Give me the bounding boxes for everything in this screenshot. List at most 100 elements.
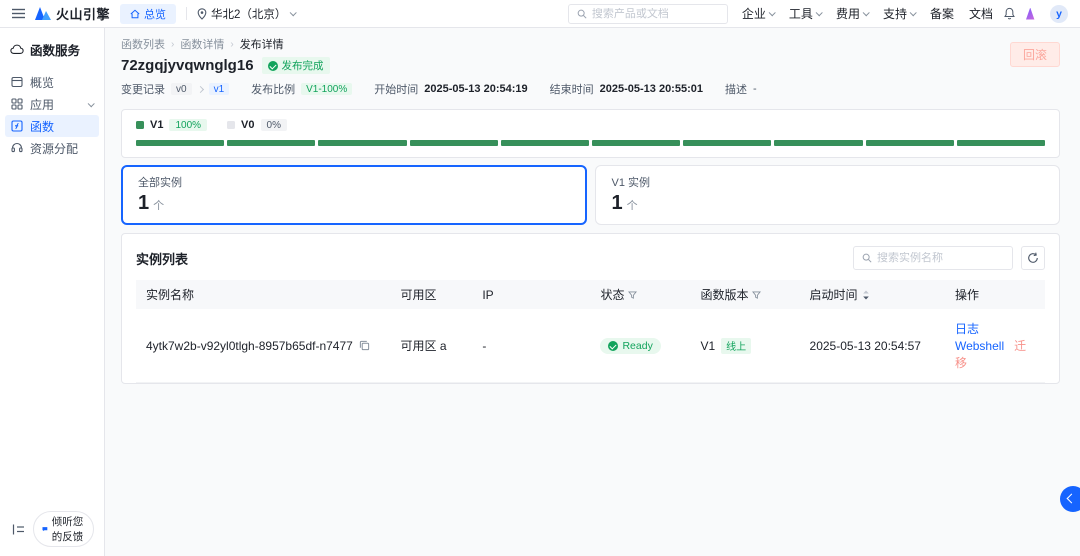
instance-search-input[interactable] (877, 252, 1004, 264)
region-label: 华北2（北京） (211, 8, 287, 21)
instance-zone: 可用区 a (390, 309, 473, 383)
version-filter-icon[interactable] (752, 290, 762, 299)
sidebar-item-resource-allocation[interactable]: 资源分配 (5, 137, 99, 159)
global-search-input[interactable] (591, 7, 719, 20)
col-instance-name: 实例名称 (146, 288, 195, 302)
resource-allocation-icon (11, 142, 23, 153)
meta-start-time: 开始时间 2025-05-13 20:54:19 (374, 83, 528, 96)
app-root: 火山引擎 总览 华北2（北京） 企业 工具 费用 支持 备案 文档 y (0, 0, 1080, 556)
menu-tools[interactable]: 工具 (789, 5, 823, 22)
search-icon (577, 9, 587, 19)
traffic-card: V1 100% V0 0% (121, 109, 1060, 158)
start-time-sort-icon[interactable] (862, 290, 870, 300)
traffic-segment (683, 140, 772, 146)
webshell-action-link[interactable]: Webshell (955, 339, 1004, 353)
online-tag: 线上 (721, 337, 752, 354)
topbar: 火山引擎 总览 华北2（北京） 企业 工具 费用 支持 备案 文档 y (0, 0, 1080, 28)
meta-end-time: 结束时间 2025-05-13 20:55:01 (549, 83, 703, 96)
traffic-segment (865, 140, 954, 146)
traffic-segment (409, 140, 498, 146)
copy-icon[interactable] (359, 340, 370, 351)
instance-ip: - (472, 309, 591, 383)
check-circle-icon (608, 340, 619, 351)
sidebar-collapse-icon[interactable] (12, 524, 25, 535)
brand-color-mark-icon[interactable] (1026, 7, 1035, 20)
table-row: 4ytk7w2b-v92yl0tlgh-8957b65df-n7477 可用区 … (136, 309, 1045, 383)
breadcrumb-separator: › (230, 38, 234, 50)
region-selector[interactable]: 华北2（北京） (197, 6, 298, 22)
instance-version: V1 (700, 338, 716, 353)
legend-v1: V1 100% (136, 119, 208, 131)
legend-v0: V0 0% (227, 119, 287, 131)
arrow-right-icon (196, 85, 204, 93)
instance-table: 实例名称 可用区 IP 状态 函数版本 启动时间 操作 4ytk7w2b-v92… (136, 280, 1045, 383)
user-avatar[interactable]: y (1050, 4, 1068, 23)
instance-list-title: 实例列表 (136, 251, 189, 267)
mountain-logo-icon (35, 7, 51, 20)
main-content: 函数列表 › 函数详情 › 发布详情 72zgqjyvqwnglg16 发布完成… (105, 28, 1080, 556)
sidebar-service-title: 函数服务 (0, 28, 104, 59)
table-header-row: 实例名称 可用区 IP 状态 函数版本 启动时间 操作 (136, 280, 1045, 309)
global-search[interactable] (567, 3, 728, 24)
status-filter-icon[interactable] (628, 290, 638, 299)
divider (186, 7, 188, 20)
sidebar-item-overview[interactable]: 概览 (5, 71, 99, 93)
tab-v1-instances[interactable]: V1 实例 1 个 (594, 165, 1060, 225)
overview-icon (11, 76, 23, 88)
chevron-down-icon (909, 9, 917, 17)
legend-v1-percent: 100% (169, 119, 208, 131)
drawer-toggle-button[interactable] (1060, 486, 1080, 512)
notification-bell-icon[interactable] (1003, 7, 1016, 20)
topbar-menu: 企业 工具 费用 支持 备案 文档 (742, 5, 993, 22)
page-title: 72zgqjyvqwnglg16 (121, 57, 254, 74)
instance-search[interactable] (853, 246, 1013, 270)
traffic-segment (227, 140, 316, 146)
instance-start-time: 2025-05-13 20:54:57 (799, 309, 945, 383)
version-tag-v1: v1 (208, 83, 230, 95)
traffic-segment (592, 140, 681, 146)
menu-support[interactable]: 支持 (883, 5, 917, 22)
chevron-down-icon (815, 9, 823, 17)
col-start-time: 启动时间 (800, 280, 945, 309)
function-icon (11, 120, 23, 132)
sidebar: 函数服务 概览 应用 函数 资源分配 倾听您的反馈 (0, 28, 105, 556)
traffic-legend: V1 100% V0 0% (136, 119, 1045, 131)
feedback-button[interactable]: 倾听您的反馈 (33, 511, 94, 547)
breadcrumb-function-list[interactable]: 函数列表 (121, 36, 165, 52)
menu-icp[interactable]: 备案 (930, 5, 954, 22)
rollback-button[interactable]: 回滚 (1009, 42, 1060, 67)
overview-pill-label: 总览 (144, 8, 167, 21)
log-action-link[interactable]: 日志 (955, 322, 979, 336)
menu-enterprise[interactable]: 企业 (742, 5, 776, 22)
release-meta: 变更记录 v0 v1 发布比例 V1-100% 开始时间 2025-05-13 … (121, 81, 1060, 97)
col-ip: IP (482, 287, 494, 302)
sidebar-item-applications[interactable]: 应用 (5, 93, 99, 115)
title-row: 72zgqjyvqwnglg16 发布完成 (121, 57, 1060, 74)
hamburger-menu-icon[interactable] (12, 8, 25, 19)
all-instances-count: 1 (138, 192, 150, 214)
sidebar-footer: 倾听您的反馈 (0, 503, 104, 556)
traffic-bar (136, 140, 1046, 146)
volcengine-logo[interactable]: 火山引擎 (35, 4, 110, 23)
sidebar-item-functions[interactable]: 函数 (5, 115, 99, 137)
status-badge: Ready (600, 337, 661, 354)
overview-pill[interactable]: 总览 (120, 3, 177, 24)
meta-change-record: 变更记录 v0 v1 (121, 81, 230, 97)
menu-billing[interactable]: 费用 (836, 5, 870, 22)
sidebar-nav: 概览 应用 函数 资源分配 (0, 71, 104, 159)
chevron-down-icon (290, 9, 298, 17)
breadcrumb-function-detail[interactable]: 函数详情 (180, 36, 224, 52)
ratio-tag: V1-100% (301, 83, 353, 95)
traffic-segment (136, 140, 225, 146)
refresh-button[interactable] (1021, 246, 1045, 270)
meta-release-ratio: 发布比例 V1-100% (251, 81, 353, 97)
release-status-badge: 发布完成 (261, 57, 330, 74)
chevron-down-icon (862, 9, 870, 17)
menu-docs[interactable]: 文档 (969, 5, 993, 22)
breadcrumb-separator: › (171, 38, 175, 50)
apps-grid-icon (11, 98, 23, 110)
tab-all-instances[interactable]: 全部实例 1 个 (121, 165, 587, 225)
instance-list-header: 实例列表 (136, 246, 1045, 270)
col-actions: 操作 (954, 288, 979, 302)
col-version: 函数版本 (690, 280, 799, 309)
